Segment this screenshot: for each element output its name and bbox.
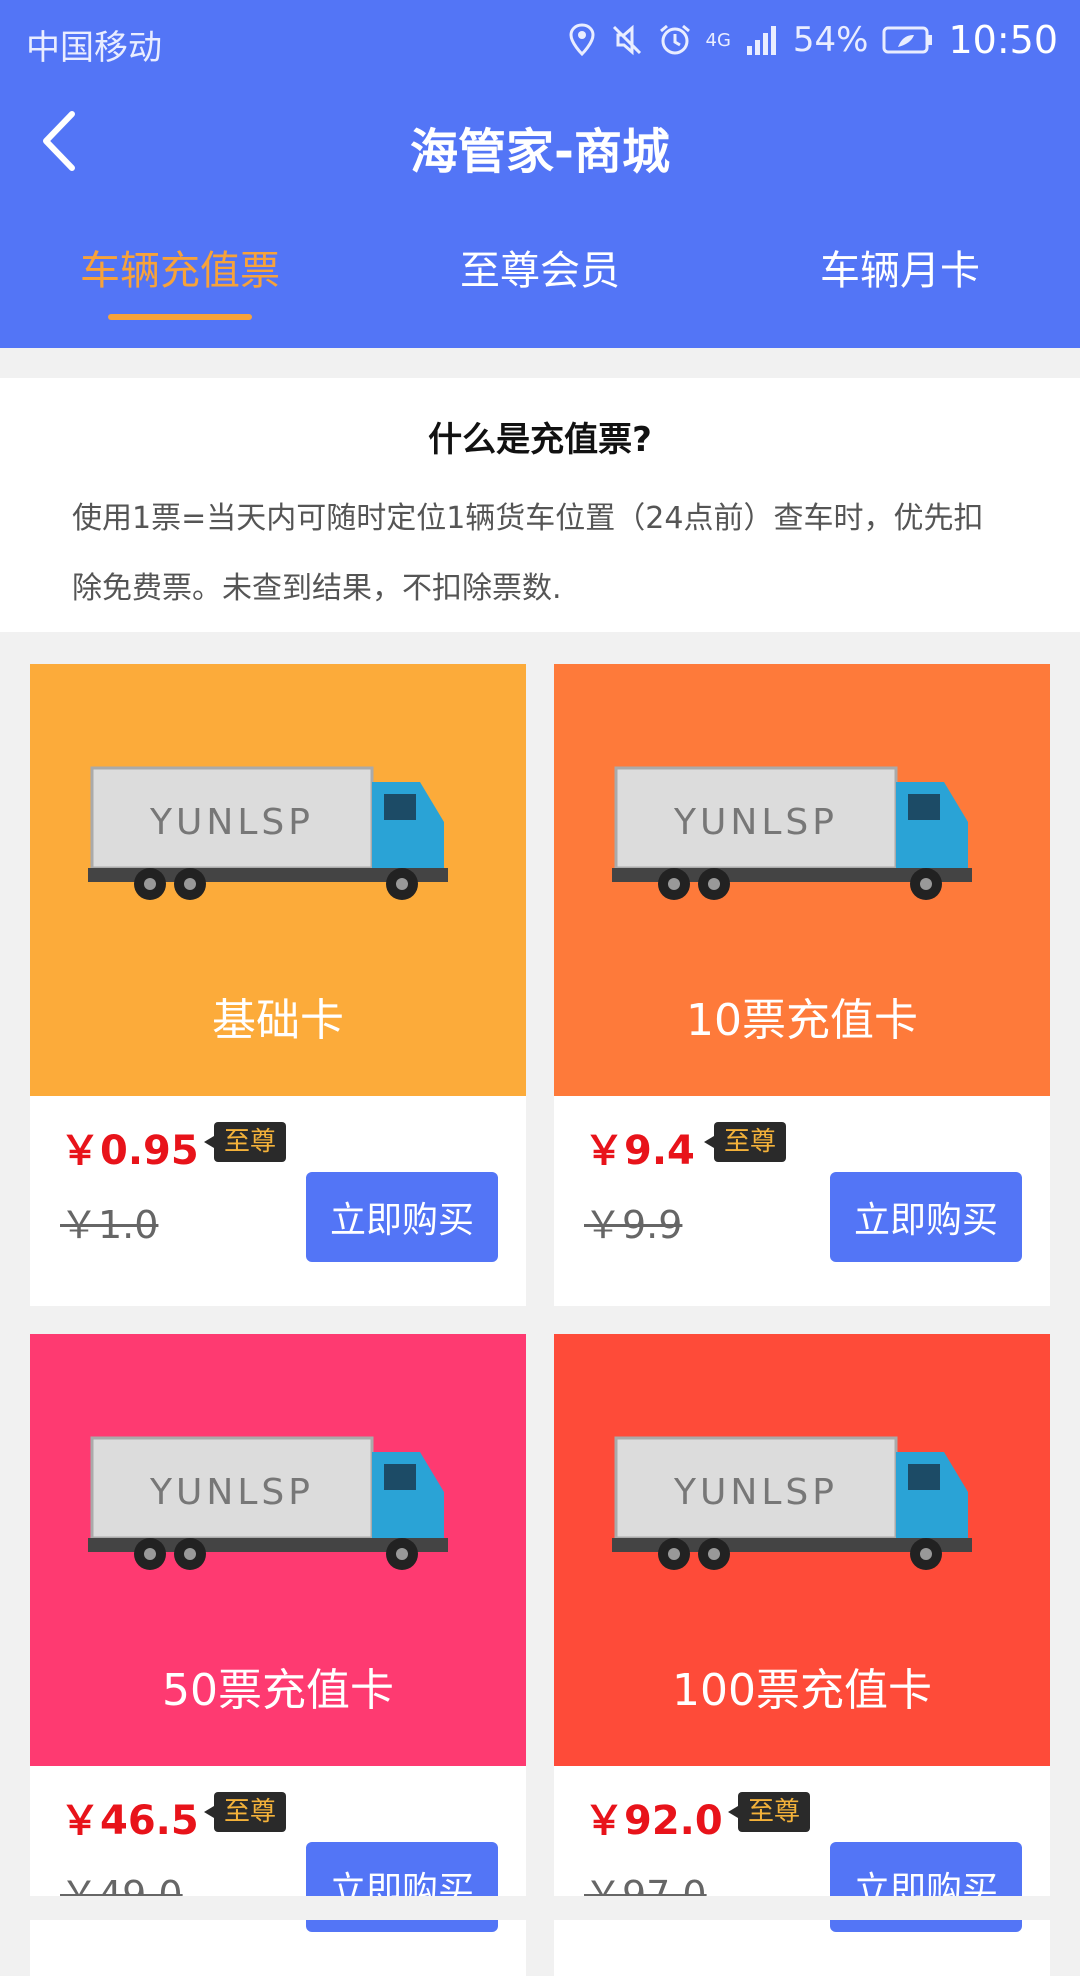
info-title: 什么是充值票? (428, 420, 652, 460)
original-price: ￥9.9 (584, 1203, 683, 1247)
product-banner[interactable]: YUNLSP 基础卡 (30, 664, 526, 1096)
supreme-badge: 至尊 (203, 1792, 287, 1832)
product-card[interactable]: YUNLSP 50票充值卡 ￥46.5 至尊 ￥49.0 立即购买 (30, 1334, 526, 1976)
truck-icon: YUNLSP (612, 766, 972, 900)
truck-icon: YUNLSP (88, 1436, 448, 1570)
buy-now-button[interactable]: 立即购买 (306, 1172, 498, 1262)
supreme-badge: 至尊 (703, 1122, 787, 1162)
original-price: ￥1.0 (60, 1203, 159, 1247)
network-label: 4G (705, 29, 731, 51)
product-card[interactable]: YUNLSP 100票充值卡 ￥92.0 至尊 ￥97.0 立即购买 (554, 1334, 1050, 1976)
product-card[interactable]: YUNLSP 基础卡 ￥0.95 至尊 ￥1.0 立即购买 (30, 664, 526, 1306)
status-bar: 中国移动 4G 54% 10:50 (0, 0, 1080, 82)
product-name: 100票充值卡 (672, 1665, 932, 1716)
status-icons: 4G 54% 10:50 (568, 18, 1058, 62)
info-description: 使用1票=当天内可随时定位1辆货车位置（24点前）查车时，优先扣除免费票。未查到… (72, 501, 984, 606)
tab-vehicle-recharge[interactable]: 车辆充值票 (0, 238, 360, 296)
product-banner[interactable]: YUNLSP 100票充值卡 (554, 1334, 1050, 1766)
battery-icon (882, 26, 933, 54)
product-card[interactable]: YUNLSP 10票充值卡 ￥9.4 至尊 ￥9.9 立即购买 (554, 664, 1050, 1306)
sale-price: ￥46.5 (60, 1798, 199, 1844)
supreme-badge: 至尊 (727, 1792, 811, 1832)
carrier-label: 中国移动 (26, 28, 162, 68)
product-banner[interactable]: YUNLSP 50票充值卡 (30, 1334, 526, 1766)
truck-icon: YUNLSP (612, 1436, 972, 1570)
truck-text: YUNLSP (149, 802, 314, 843)
alarm-icon (659, 24, 690, 55)
mute-icon (612, 24, 641, 56)
sale-price: ￥92.0 (584, 1798, 723, 1844)
product-banner[interactable]: YUNLSP 10票充值卡 (554, 664, 1050, 1096)
product-name: 10票充值卡 (686, 995, 918, 1046)
location-icon (568, 23, 595, 57)
truck-text: YUNLSP (149, 1472, 314, 1513)
sale-price: ￥9.4 (584, 1128, 695, 1174)
tab-supreme-member[interactable]: 至尊会员 (360, 238, 720, 296)
product-name: 50票充值卡 (162, 1665, 394, 1716)
supreme-badge: 至尊 (203, 1122, 287, 1162)
app-header: 中国移动 4G 54% 10:50 海管家-商城 车辆充值票 至尊会员 车辆月卡 (0, 0, 1080, 348)
product-name: 基础卡 (212, 995, 344, 1046)
truck-text: YUNLSP (673, 1472, 838, 1513)
status-time: 10:50 (948, 18, 1058, 62)
tab-bar: 车辆充值票 至尊会员 车辆月卡 (0, 228, 1080, 348)
signal-icon (746, 26, 776, 55)
active-tab-indicator (108, 314, 252, 320)
bottom-edge (0, 1896, 1080, 1920)
tab-vehicle-monthly[interactable]: 车辆月卡 (720, 238, 1080, 296)
sale-price: ￥0.95 (60, 1128, 199, 1174)
battery-percent: 54% (792, 20, 869, 60)
page-title: 海管家-商城 (410, 124, 670, 180)
truck-text: YUNLSP (673, 802, 838, 843)
truck-icon: YUNLSP (88, 766, 448, 900)
info-panel: 什么是充值票? 使用1票=当天内可随时定位1辆货车位置（24点前）查车时，优先扣… (0, 378, 1080, 632)
buy-now-button[interactable]: 立即购买 (830, 1172, 1022, 1262)
